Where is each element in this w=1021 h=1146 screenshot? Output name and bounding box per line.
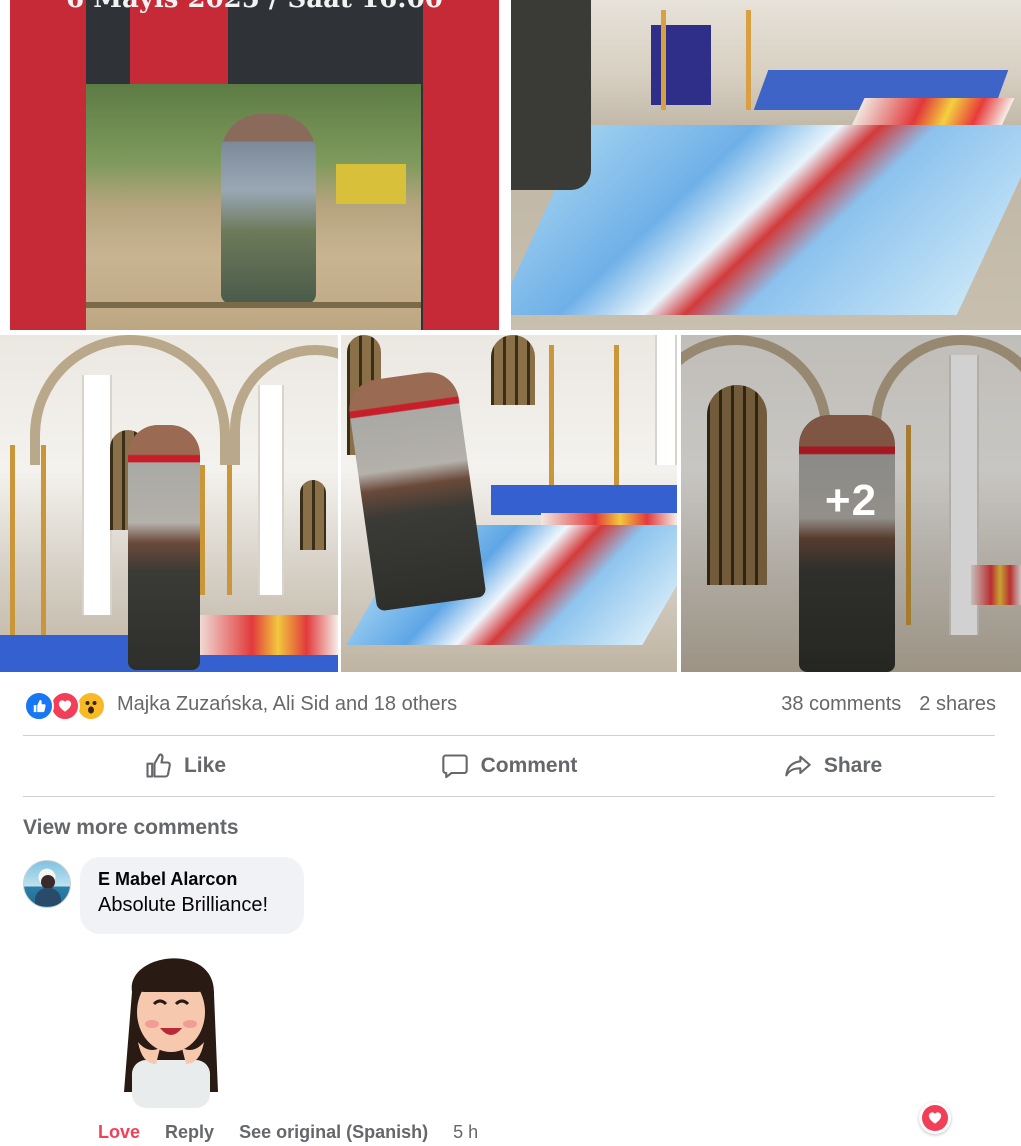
photo-grid: 6 Mayıs 2025 / Saat 16:00 [0,0,1021,672]
comment-button-label: Comment [480,754,578,777]
comment-reply-button[interactable]: Reply [165,1122,214,1142]
thumbs-up-icon [146,753,171,778]
like-button[interactable]: Like [23,737,347,795]
avatar-head [41,875,55,889]
photo-arch [230,345,338,465]
photo-easel [549,345,619,505]
comment-bubble: E Mabel Alarcon Absolute Brilliance! [80,857,304,934]
comment-author[interactable]: E Mabel Alarcon [98,869,286,890]
engagement-counts: 38 comments 2 shares [781,693,996,716]
wow-icon [76,691,106,721]
poster-red-band-right [423,0,499,330]
photo-window [491,335,535,405]
more-photos-count: +2 [824,475,878,525]
photo-chair [661,10,751,110]
post-actions: Like Comment Share [23,737,995,795]
poster-yellow-object [336,164,406,204]
divider [23,796,995,797]
photo-easel [200,465,232,595]
more-photos-overlay[interactable]: +2 [681,335,1021,672]
see-original-link[interactable]: See original (Spanish) [239,1122,428,1142]
photo-column [655,335,677,465]
avatar-body [35,888,61,906]
photo-artist-figure [128,425,200,670]
photo-red-canvas [195,615,338,655]
view-more-comments-link[interactable]: View more comments [23,816,239,840]
comment-text: Absolute Brilliance! [98,894,269,916]
comment-reaction-badge[interactable] [919,1102,951,1134]
post-photo-more[interactable]: +2 [681,335,1021,672]
photo-window [300,480,326,550]
poster-title: 6 Mayıs 2025 / Saat 16:00 [10,0,499,14]
post-photo-painting-floor[interactable] [511,0,1021,330]
reaction-icons[interactable] [24,691,110,721]
comment-actions: Love Reply See original (Spanish) 5 h [98,1122,498,1143]
post-photo-artist-painting[interactable] [341,335,677,672]
photo-column [258,385,284,595]
share-button[interactable]: Share [671,737,995,795]
commenter-avatar[interactable] [23,860,71,908]
poster-red-band-left [10,0,86,330]
comment-button[interactable]: Comment [347,737,671,795]
like-icon [24,691,54,721]
share-arrow-icon [785,755,811,777]
photo-artist-figure [345,368,487,612]
shares-count-link[interactable]: 2 shares [919,693,996,715]
comment-timestamp[interactable]: 5 h [453,1122,478,1142]
poster-artist-figure [221,114,316,304]
photo-blue-tarp [491,485,677,515]
love-icon [922,1105,948,1131]
poster-artist-photo [86,84,421,330]
reaction-summary[interactable]: Majka Zuzańska, Ali Sid and 18 others [117,693,457,716]
comments-count-link[interactable]: 38 comments [781,693,901,715]
post-photo-artist-walking[interactable] [0,335,338,672]
photo-easel [10,445,46,635]
poster-plank [86,302,421,308]
love-icon [50,691,80,721]
comment-love-button[interactable]: Love [98,1122,140,1142]
photo-artist-legs [511,0,591,190]
avatar-sticker-image [124,958,218,1108]
share-button-label: Share [823,754,883,777]
divider [23,735,995,736]
post-photo-event-poster[interactable]: 6 Mayıs 2025 / Saat 16:00 [10,0,499,330]
like-button-label: Like [183,754,227,777]
photo-column [82,375,112,615]
comment-icon [441,754,468,779]
post-stats-bar: Majka Zuzańska, Ali Sid and 18 others 38… [24,687,996,723]
